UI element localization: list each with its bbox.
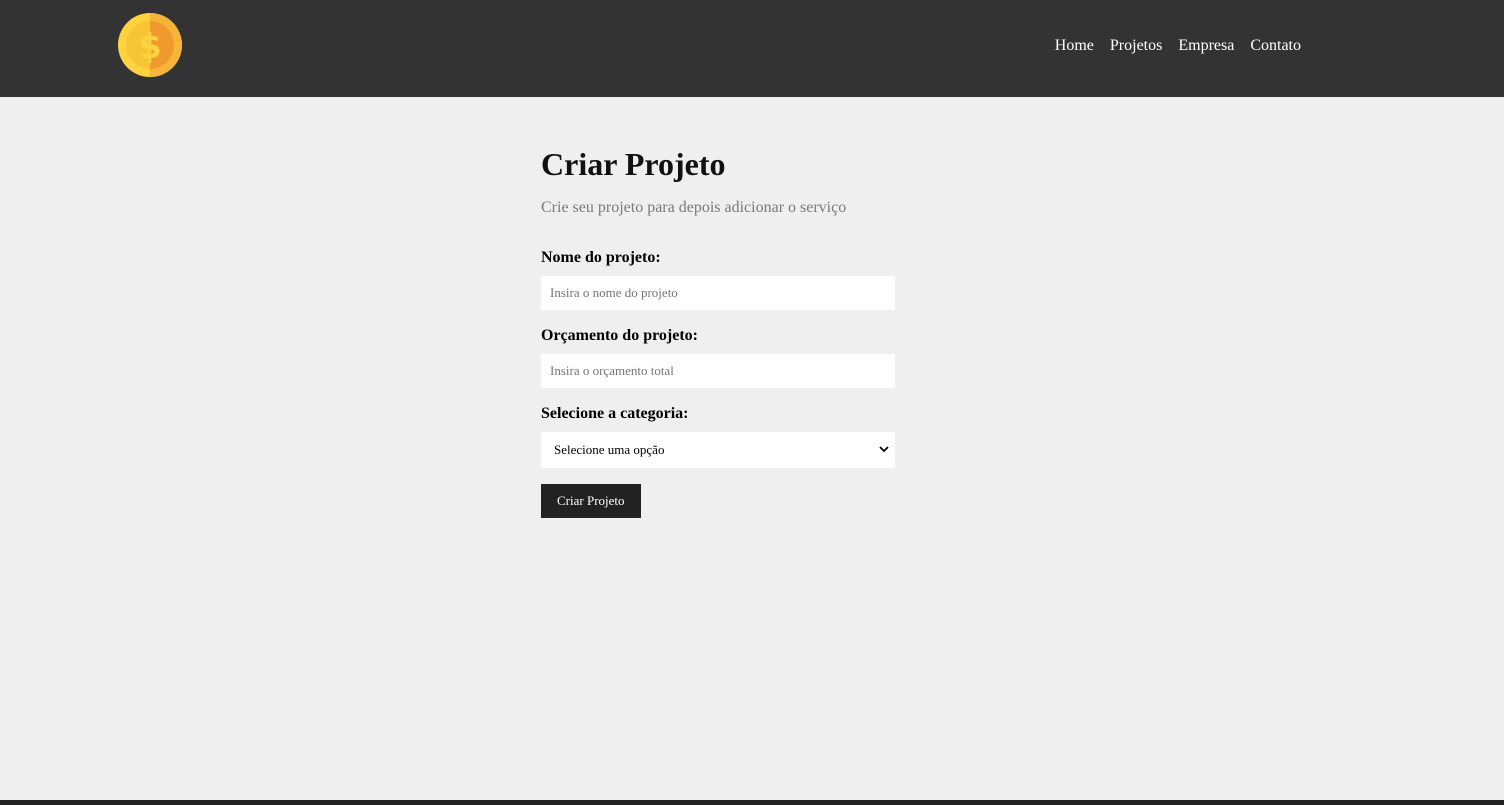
main-content: Criar Projeto Crie seu projeto para depo… xyxy=(541,140,895,518)
project-budget-input[interactable] xyxy=(541,354,895,388)
page-subtitle: Crie seu projeto para depois adicionar o… xyxy=(541,199,847,216)
footer xyxy=(0,800,1504,805)
create-project-button[interactable]: Criar Projeto xyxy=(541,484,641,518)
form-group-name: Nome do projeto: xyxy=(541,248,895,310)
navbar: $ Home Projetos Empresa Contato xyxy=(0,0,1504,97)
nav-item-home: Home xyxy=(1055,36,1094,56)
svg-text:$: $ xyxy=(138,27,162,67)
dollar-coin-icon[interactable]: $ xyxy=(118,13,182,77)
project-budget-label: Orçamento do projeto: xyxy=(541,327,698,344)
nav-link-projetos[interactable]: Projetos xyxy=(1110,37,1162,54)
form-group-category: Selecione a categoria: Selecione uma opç… xyxy=(541,404,895,468)
category-label: Selecione a categoria: xyxy=(541,405,689,422)
nav-link-empresa[interactable]: Empresa xyxy=(1178,37,1234,54)
project-name-input[interactable] xyxy=(541,276,895,310)
nav-link-home[interactable]: Home xyxy=(1055,37,1094,54)
page-title: Criar Projeto xyxy=(541,146,726,182)
nav-item-empresa: Empresa xyxy=(1178,36,1234,56)
chevron-down-icon xyxy=(879,446,889,453)
form-group-budget: Orçamento do projeto: xyxy=(541,326,895,388)
nav-item-projetos: Projetos xyxy=(1110,36,1162,56)
category-select-value: Selecione uma opção xyxy=(554,442,665,457)
project-name-label: Nome do projeto: xyxy=(541,249,661,266)
nav-item-contato: Contato xyxy=(1250,36,1301,56)
category-select[interactable]: Selecione uma opção xyxy=(541,432,895,468)
create-project-form: Nome do projeto: Orçamento do projeto: S… xyxy=(541,248,895,518)
nav-link-contato[interactable]: Contato xyxy=(1250,37,1301,54)
nav-menu: Home Projetos Empresa Contato xyxy=(1055,36,1301,56)
